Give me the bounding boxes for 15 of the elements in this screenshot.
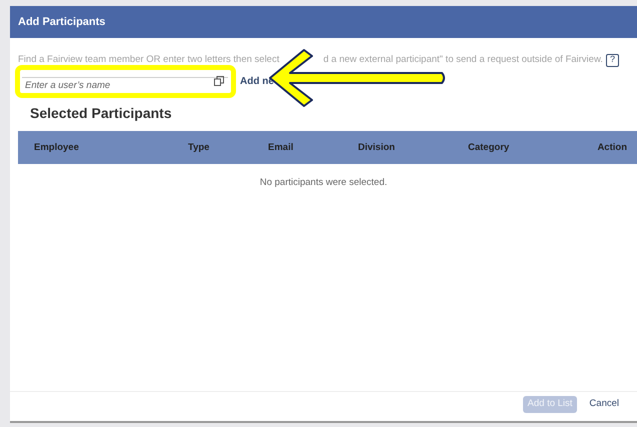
column-header: Employee — [33, 142, 79, 153]
column-header: Type — [188, 142, 210, 153]
dialog-title: Add Participants — [18, 14, 106, 30]
column-header: Category — [468, 142, 510, 153]
user-name-field[interactable]: Enter a user’s name — [22, 76, 228, 95]
column-header: Email — [268, 142, 294, 153]
cancel-button[interactable]: Cancel — [587, 396, 621, 413]
column-header: Division — [358, 142, 395, 153]
section-heading: Selected Participants — [30, 104, 173, 124]
instruction-text: Find a Fairview team member OR enter two letters then select — [18, 53, 280, 67]
instruction-text: d a new external participant" to send a request outside of Fairview. — [323, 53, 603, 67]
help-button[interactable]: ? — [606, 54, 619, 67]
column-header: Action — [597, 142, 628, 153]
empty-message: No participants were selected. — [258, 176, 388, 190]
copy-icon — [214, 76, 224, 86]
